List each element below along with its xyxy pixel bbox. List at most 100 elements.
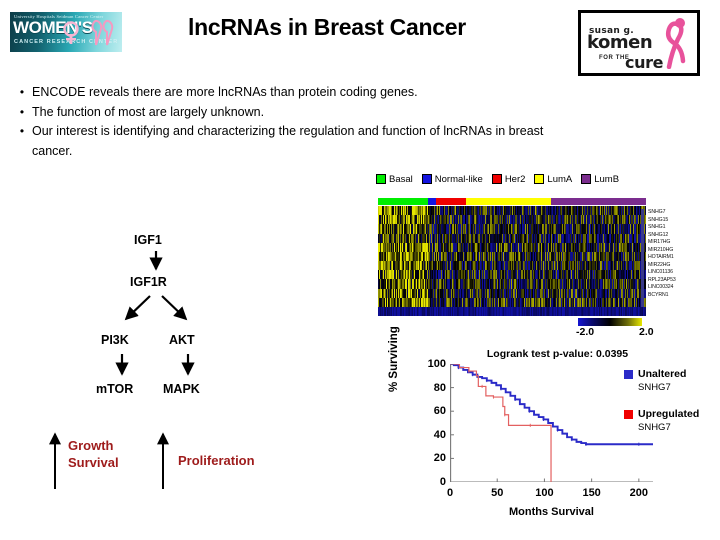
- heatmap-cell: [645, 306, 646, 316]
- pathway-outcome-growth-survival: Growth Survival: [68, 437, 119, 471]
- heatmap-gene-label: BCYRN1: [648, 292, 669, 299]
- bullet-list: • ENCODE reveals there are more lncRNAs …: [12, 83, 552, 161]
- heatmap-legend-label: Basal: [389, 173, 413, 185]
- km-y-tick-label: 20: [433, 452, 446, 465]
- heatmap-gene-label: LINC00324: [648, 284, 674, 291]
- km-y-axis-label: % Surviving: [388, 326, 400, 392]
- km-plot-title: Logrank test p-value: 0.0395: [486, 348, 629, 360]
- igf1-signaling-pathway-diagram: IGF1 IGF1R PI3K AKT mTOR MAPK Growth Sur…: [0, 225, 340, 490]
- heatmap-scale-high-label: 2.0: [639, 326, 654, 338]
- classbar-segment: [466, 198, 551, 205]
- km-y-tick-label: 80: [433, 381, 446, 394]
- km-curve: [450, 364, 552, 482]
- classbar-segment: [378, 198, 428, 205]
- list-item: • ENCODE reveals there are more lncRNAs …: [12, 83, 552, 103]
- heatmap-gene-label: SNHG1: [648, 224, 666, 231]
- km-legend-item: Upregulated SNHG7: [624, 408, 720, 434]
- slide: University Hospitals Seidman Cancer Cent…: [0, 0, 720, 540]
- legend-swatch-icon: [624, 410, 633, 419]
- km-legend-label: Upregulated SNHG7: [638, 408, 699, 434]
- km-legend-label-line2: SNHG7: [638, 422, 671, 433]
- heatmap-gene-label: MIR210HG: [648, 246, 674, 253]
- km-x-tick-label: 200: [629, 487, 649, 499]
- heatmap-gene-label: SNHG15: [648, 216, 669, 223]
- heatmap-legend-item: Her2: [491, 173, 526, 185]
- heatmap-gene-label: MIR22HG: [648, 261, 671, 268]
- heatmap-gene-label: HOTAIRM1: [648, 254, 674, 261]
- heatmap-gene-label: RPL23AP53: [648, 276, 676, 283]
- km-curves: [450, 364, 653, 482]
- km-legend-label-line1: Unaltered: [638, 368, 687, 380]
- km-y-tick-label: 100: [427, 358, 446, 370]
- heatmap-legend-label: LumB: [594, 173, 620, 185]
- km-y-tick-label: 60: [433, 405, 446, 418]
- heatmap-gene-label: SNHG12: [648, 231, 669, 238]
- heatmap-legend-item: LumA: [534, 174, 572, 185]
- pathway-node-mtor: mTOR: [96, 382, 134, 396]
- heatmap-legend-item: Basal: [376, 174, 413, 185]
- bullet-dot-icon: •: [19, 104, 25, 119]
- legend-swatch-icon: [624, 370, 633, 379]
- km-x-tick-label: 50: [491, 487, 504, 499]
- km-plot-area: 0 20 40 60 80 100 0 50 100 150 200: [428, 358, 653, 499]
- bullet-dot-icon: •: [19, 85, 25, 99]
- womens-cancer-research-center-logo: University Hospitals Seidman Cancer Cent…: [10, 12, 122, 52]
- km-y-tick-label: 40: [433, 428, 446, 441]
- heatmap-gene-labels: SNHG7 SNHG15 SNHG1 SNHG12 MIR17HG MIR210HG HOT…: [648, 209, 708, 300]
- pink-ribbon-icon: [63, 21, 79, 44]
- bullet-dot-icon: •: [19, 124, 25, 138]
- pathway-node-igf1r: IGF1R: [130, 275, 167, 289]
- km-x-tick-label: 100: [535, 487, 554, 499]
- bullet-text: Our interest is identifying and characte…: [32, 124, 544, 158]
- km-legend-label-line2: SNHG7: [638, 382, 671, 393]
- pink-ribbon-icon: [665, 18, 686, 69]
- list-item: • The function of most are largely unkno…: [12, 103, 552, 123]
- bullet-text: ENCODE reveals there are more lncRNAs th…: [32, 85, 418, 99]
- outcome-line1: Growth: [68, 438, 114, 453]
- kaplan-meier-survival-plot: Logrank test p-value: 0.0395 % Surviving…: [388, 326, 720, 538]
- km-legend-label-line1: Upregulated: [638, 408, 700, 420]
- km-legend: Unaltered SNHG7 Upregulated SNHG7: [624, 368, 720, 448]
- legend-swatch-icon: [421, 174, 432, 184]
- heatmap-legend-item: LumB: [581, 174, 619, 185]
- susan-g-komen-logo: susan g. komen FOR THE cure: [578, 10, 700, 76]
- km-x-tick-label: 0: [446, 487, 454, 499]
- pathway-node-pi3k: PI3K: [101, 333, 129, 347]
- list-item: • Our interest is identifying and charac…: [12, 122, 552, 161]
- legend-swatch-icon: [491, 174, 502, 184]
- classbar-segment: [427, 198, 437, 205]
- bullet-text: The function of most are largely unknown…: [32, 104, 265, 119]
- page-title: lncRNAs in Breast Cancer: [188, 14, 466, 40]
- heatmap-gene-label: MIR17HG: [648, 239, 671, 246]
- km-legend-label: Unaltered SNHG7: [638, 368, 686, 394]
- classbar-segment: [436, 198, 467, 205]
- heatmap-legend-label: LumA: [547, 173, 573, 185]
- heatmap-color-scale: [578, 318, 642, 326]
- legend-swatch-icon: [376, 174, 386, 184]
- pathway-node-akt: AKT: [169, 333, 195, 347]
- lncrna-expression-heatmap: [378, 198, 646, 316]
- legend-swatch-icon: [581, 174, 592, 184]
- km-x-tick-label: 150: [582, 487, 601, 499]
- pathway-arrows: [49, 251, 195, 489]
- heatmap-subtype-classbar: [378, 198, 646, 205]
- heatmap-subtype-legend: Basal Normal-like Her2 LumA LumB: [376, 171, 686, 187]
- pathway-node-igf1: IGF1: [134, 233, 162, 247]
- classbar-segment: [550, 198, 646, 205]
- pathway-outcome-proliferation: Proliferation: [178, 453, 255, 468]
- legend-swatch-icon: [534, 174, 545, 184]
- heatmap-matrix: [378, 206, 646, 316]
- heatmap-legend-label: Normal-like: [434, 173, 483, 185]
- km-legend-item: Unaltered SNHG7: [624, 368, 720, 394]
- komen-logo-line2: komen: [587, 32, 653, 53]
- heatmap-legend-item: Normal-like: [421, 173, 483, 185]
- heatmap-gene-ticks: [641, 209, 644, 307]
- pathway-node-mapk: MAPK: [163, 382, 200, 396]
- heatmap-gene-label: SNHG7: [648, 209, 666, 215]
- heatmap-legend-label: Her2: [504, 173, 526, 185]
- km-y-tick-label: 0: [439, 476, 446, 488]
- heatmap-gene-label: LINC01136: [648, 269, 673, 276]
- heatmap-scale-low-label: -2.0: [576, 326, 595, 338]
- km-x-axis-label: Months Survival: [509, 506, 594, 518]
- outcome-line2: Survival: [68, 455, 119, 470]
